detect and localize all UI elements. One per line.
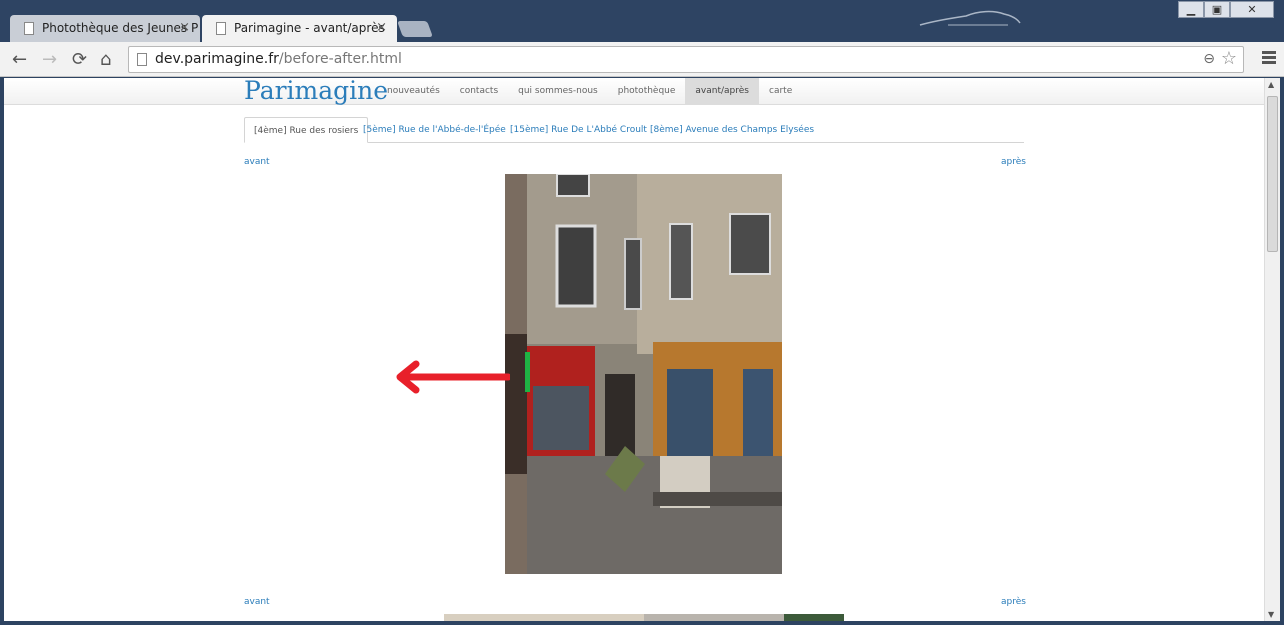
page-icon (24, 22, 34, 35)
site-header: Parimagine nouveautés contacts qui somme… (4, 78, 1264, 105)
car-logo-icon (919, 10, 1021, 26)
tab-title: Photothèque des Jeunes P (42, 21, 199, 35)
compare-handle-icon (525, 352, 530, 392)
after-label: après (1001, 157, 1026, 167)
tab-champs-elysees[interactable]: [8ème] Avenue des Champs Elysées (641, 117, 823, 143)
chrome-menu-icon[interactable] (1262, 51, 1276, 65)
browser-toolbar: ← → ⟳ ⌂ dev.parimagine.fr/before-after.h… (0, 42, 1284, 77)
maximize-button[interactable]: ▣ (1204, 1, 1230, 18)
minimize-button[interactable]: ▁ (1178, 1, 1204, 18)
forward-icon[interactable]: → (42, 49, 57, 70)
vertical-scrollbar[interactable]: ▲ ▼ (1264, 78, 1280, 621)
main-menu: nouveautés contacts qui sommes-nous phot… (377, 78, 802, 105)
zoom-icon[interactable]: ⊖ (1203, 51, 1215, 67)
scrollbar-thumb[interactable] (1267, 96, 1278, 252)
address-bar[interactable]: dev.parimagine.fr/before-after.html ⊖ ☆ (128, 46, 1244, 73)
menu-item-contacts[interactable]: contacts (450, 78, 508, 105)
page-viewport: Parimagine nouveautés contacts qui somme… (4, 78, 1264, 621)
tab-rue-abbe-croult[interactable]: [15ème] Rue De L'Abbé Croult (501, 117, 656, 143)
menu-item-nouveautes[interactable]: nouveautés (377, 78, 450, 105)
menu-item-phototheque[interactable]: photothèque (608, 78, 686, 105)
tab-rue-des-rosiers[interactable]: [4ème] Rue des rosiers (244, 117, 369, 143)
menu-item-carte[interactable]: carte (759, 78, 802, 105)
bookmark-star-icon[interactable]: ☆ (1221, 48, 1237, 69)
tab-close-icon[interactable]: × (376, 20, 387, 35)
close-window-button[interactable]: ✕ (1230, 1, 1274, 18)
scroll-down-icon[interactable]: ▼ (1268, 610, 1274, 619)
home-icon[interactable]: ⌂ (100, 49, 111, 70)
new-tab-button[interactable] (397, 21, 433, 37)
after-label-2: après (1001, 597, 1026, 607)
tab-close-icon[interactable]: × (179, 20, 190, 35)
before-after-compare-2[interactable] (444, 614, 844, 621)
page-icon (216, 22, 226, 35)
window-titlebar: Photothèque des Jeunes P × Parimagine - … (0, 0, 1284, 43)
menu-item-qui-sommes-nous[interactable]: qui sommes-nous (508, 78, 608, 105)
tab-title: Parimagine - avant/après (234, 21, 385, 35)
browser-tab-phototheque[interactable]: Photothèque des Jeunes P × (10, 15, 200, 43)
site-logo[interactable]: Parimagine (244, 78, 388, 105)
before-after-compare[interactable] (505, 174, 782, 574)
street-photo (505, 174, 782, 574)
menu-item-avant-apres[interactable]: avant/après (685, 78, 759, 105)
location-tabs: [4ème] Rue des rosiers [5ème] Rue de l'A… (244, 117, 1024, 143)
tab-rue-abbe-de-l-epee[interactable]: [5ème] Rue de l'Abbé-de-l'Épée (354, 117, 515, 143)
back-icon[interactable]: ← (12, 49, 27, 70)
url-text[interactable]: dev.parimagine.fr/before-after.html (155, 51, 402, 67)
reload-icon[interactable]: ⟳ (72, 49, 87, 70)
before-label: avant (244, 157, 270, 167)
page-icon (137, 53, 147, 66)
before-label-2: avant (244, 597, 270, 607)
browser-tab-parimagine[interactable]: Parimagine - avant/après × (202, 15, 397, 43)
scroll-up-icon[interactable]: ▲ (1268, 80, 1274, 89)
red-arrow-icon (396, 360, 510, 394)
